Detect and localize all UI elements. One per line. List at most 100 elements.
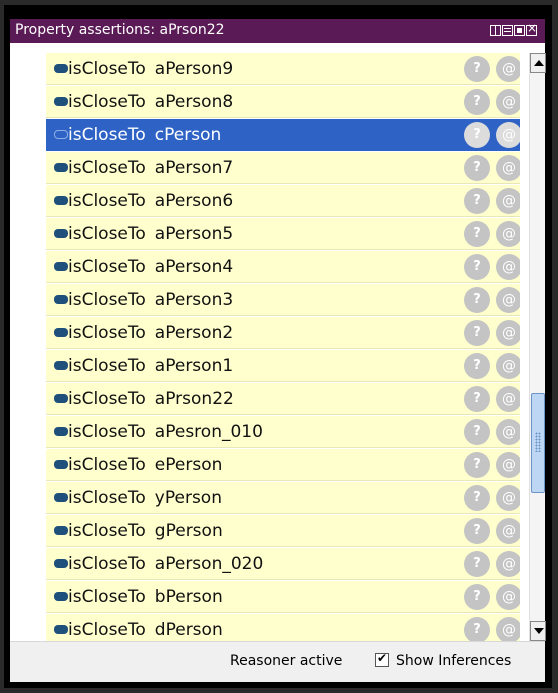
scroll-up-button[interactable]	[530, 53, 546, 73]
close-icon[interactable]	[526, 21, 537, 36]
scrollbar-thumb[interactable]	[531, 393, 545, 493]
annotate-button[interactable]: @	[496, 254, 520, 280]
annotate-button[interactable]: @	[496, 485, 520, 511]
object-property-icon	[54, 460, 68, 469]
property-name: isCloseTo	[68, 521, 146, 541]
object-property-icon	[54, 97, 68, 106]
panel-title: Property assertions: aPrson22	[15, 22, 225, 38]
assertion-text: isCloseTo aPerson4	[68, 257, 233, 277]
show-inferences-checkbox[interactable]	[375, 651, 389, 667]
assertion-row[interactable]: isCloseTo gPerson? @	[46, 515, 520, 547]
object-name: aPerson4	[154, 257, 234, 277]
assertion-row[interactable]: isCloseTo aPerson7? @	[46, 152, 520, 184]
layout-icon[interactable]	[490, 25, 501, 36]
property-name: isCloseTo	[68, 290, 146, 310]
vertical-scrollbar[interactable]	[529, 53, 546, 641]
object-property-icon	[54, 196, 68, 205]
annotate-button[interactable]: @	[496, 122, 520, 148]
assertion-row[interactable]: isCloseTo aPerson1? @	[46, 350, 520, 382]
object-property-icon	[54, 229, 68, 238]
property-name: isCloseTo	[68, 455, 146, 475]
object-property-icon	[54, 328, 68, 337]
explain-button[interactable]: ?	[464, 485, 490, 511]
object-property-icon	[54, 295, 68, 304]
show-inferences-label[interactable]: Show Inferences	[396, 653, 511, 669]
annotate-button[interactable]: @	[496, 221, 520, 247]
assertion-text: isCloseTo aPesron_010	[68, 422, 263, 442]
explain-button[interactable]: ?	[464, 122, 490, 148]
annotate-button[interactable]: @	[496, 386, 520, 412]
explain-button[interactable]: ?	[464, 386, 490, 412]
assertion-row[interactable]: isCloseTo aPerson6? @	[46, 185, 520, 217]
assertion-row[interactable]: isCloseTo aPerson_020? @	[46, 548, 520, 580]
object-name: aPrson22	[154, 389, 234, 409]
property-name: isCloseTo	[68, 224, 146, 244]
assertion-text: isCloseTo aPerson9	[68, 59, 233, 79]
property-name: isCloseTo	[68, 356, 146, 376]
assertion-row[interactable]: isCloseTo aPerson5? @	[46, 218, 520, 250]
assertion-text: isCloseTo aPerson2	[68, 323, 233, 343]
explain-button[interactable]: ?	[464, 452, 490, 478]
annotate-button[interactable]: @	[496, 320, 520, 346]
object-name: bPerson	[154, 587, 223, 607]
annotate-button[interactable]: @	[496, 551, 520, 577]
explain-button[interactable]: ?	[464, 353, 490, 379]
annotate-button[interactable]: @	[496, 452, 520, 478]
annotate-button[interactable]: @	[496, 353, 520, 379]
assertion-row[interactable]: isCloseTo aPerson8? @	[46, 86, 520, 118]
assertion-row[interactable]: isCloseTo aPerson9? @	[46, 53, 520, 85]
object-name: ePerson	[154, 455, 223, 475]
assertion-text: isCloseTo bPerson	[68, 587, 223, 607]
maximize-icon[interactable]	[514, 25, 525, 36]
assertion-row[interactable]: isCloseTo bPerson? @	[46, 581, 520, 613]
explain-button[interactable]: ?	[464, 221, 490, 247]
explain-button[interactable]: ?	[464, 56, 490, 82]
panel-title-bar: Property assertions: aPrson22	[10, 19, 545, 43]
explain-button[interactable]: ?	[464, 254, 490, 280]
explain-button[interactable]: ?	[464, 419, 490, 445]
assertion-text: isCloseTo gPerson	[68, 521, 223, 541]
object-name: aPerson2	[154, 323, 234, 343]
object-property-icon	[54, 592, 68, 601]
explain-button[interactable]: ?	[464, 188, 490, 214]
assertion-row[interactable]: isCloseTo aPerson3? @	[46, 284, 520, 316]
object-name: aPerson8	[154, 92, 234, 112]
assertion-row[interactable]: isCloseTo aPerson2? @	[46, 317, 520, 349]
annotate-button[interactable]: @	[496, 188, 520, 214]
object-property-icon	[54, 394, 68, 403]
annotate-button[interactable]: @	[496, 617, 520, 641]
explain-button[interactable]: ?	[464, 89, 490, 115]
explain-button[interactable]: ?	[464, 287, 490, 313]
explain-button[interactable]: ?	[464, 584, 490, 610]
annotate-button[interactable]: @	[496, 518, 520, 544]
view-icon[interactable]	[502, 25, 513, 36]
screen-frame: Property assertions: aPrson22 isCloseTo a…	[4, 5, 552, 688]
assertion-row[interactable]: isCloseTo cPerson? @	[46, 119, 520, 151]
assertion-row[interactable]: isCloseTo yPerson? @	[46, 482, 520, 514]
assertion-row[interactable]: isCloseTo ePerson? @	[46, 449, 520, 481]
explain-button[interactable]: ?	[464, 518, 490, 544]
object-name: aPerson1	[154, 356, 234, 376]
annotate-button[interactable]: @	[496, 584, 520, 610]
object-property-icon	[54, 64, 68, 73]
object-name: aPerson3	[154, 290, 234, 310]
explain-button[interactable]: ?	[464, 617, 490, 641]
scroll-down-button[interactable]	[530, 621, 546, 641]
annotate-button[interactable]: @	[496, 56, 520, 82]
assertion-row[interactable]: isCloseTo aPesron_010? @	[46, 416, 520, 448]
property-name: isCloseTo	[68, 257, 146, 277]
assertion-row[interactable]: isCloseTo dPerson? @	[46, 614, 520, 641]
assertion-text: isCloseTo aPerson7	[68, 158, 233, 178]
annotate-button[interactable]: @	[496, 89, 520, 115]
assertion-row[interactable]: isCloseTo aPerson4? @	[46, 251, 520, 283]
explain-button[interactable]: ?	[464, 551, 490, 577]
assertion-row[interactable]: isCloseTo aPrson22? @	[46, 383, 520, 415]
annotate-button[interactable]: @	[496, 155, 520, 181]
arrow-up-icon	[534, 60, 544, 66]
explain-button[interactable]: ?	[464, 155, 490, 181]
explain-button[interactable]: ?	[464, 320, 490, 346]
annotate-button[interactable]: @	[496, 287, 520, 313]
object-name: yPerson	[154, 488, 222, 508]
grip-icon	[535, 432, 541, 452]
annotate-button[interactable]: @	[496, 419, 520, 445]
